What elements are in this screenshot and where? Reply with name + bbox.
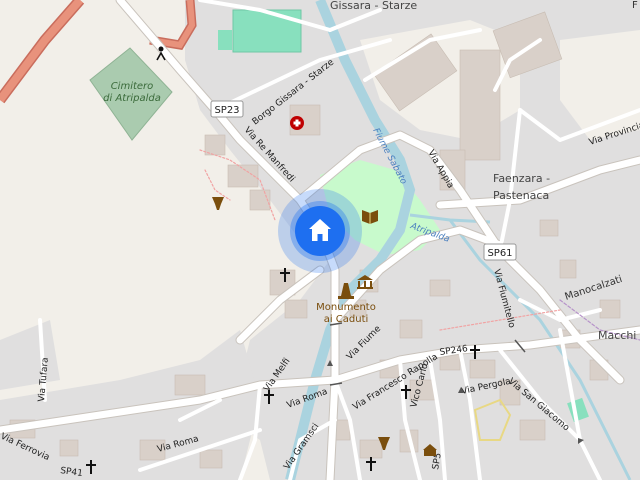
shield-sp23: SP23: [210, 100, 244, 118]
archaeological-icon[interactable]: [212, 197, 224, 210]
sports-pitch-small: [218, 30, 232, 50]
home-marker-icon[interactable]: [278, 189, 362, 273]
svg-text:SP23: SP23: [214, 105, 239, 116]
place-gissara: Gissara - Starze: [330, 0, 417, 12]
place-faenzara-1: Faenzara -: [493, 172, 550, 185]
svg-text:SP61: SP61: [487, 248, 512, 259]
shield-sp61: SP61: [483, 243, 517, 261]
map-canvas[interactable]: Gissara - Starze Faenzara - Pastenaca Ma…: [0, 0, 640, 480]
cemetery-label-2: di Atripalda: [103, 93, 161, 104]
place-macchia: Macchi: [598, 329, 636, 342]
cemetery-label-1: Cimitero: [111, 81, 154, 92]
partial-top-right-label: F: [632, 0, 638, 11]
place-faenzara-2: Pastenaca: [493, 189, 549, 202]
monument-label-2: ai Caduti: [324, 314, 369, 325]
monument-label-1: Monumento: [316, 302, 376, 313]
sports-pitch: [232, 9, 302, 53]
hospital-icon[interactable]: [290, 116, 304, 130]
